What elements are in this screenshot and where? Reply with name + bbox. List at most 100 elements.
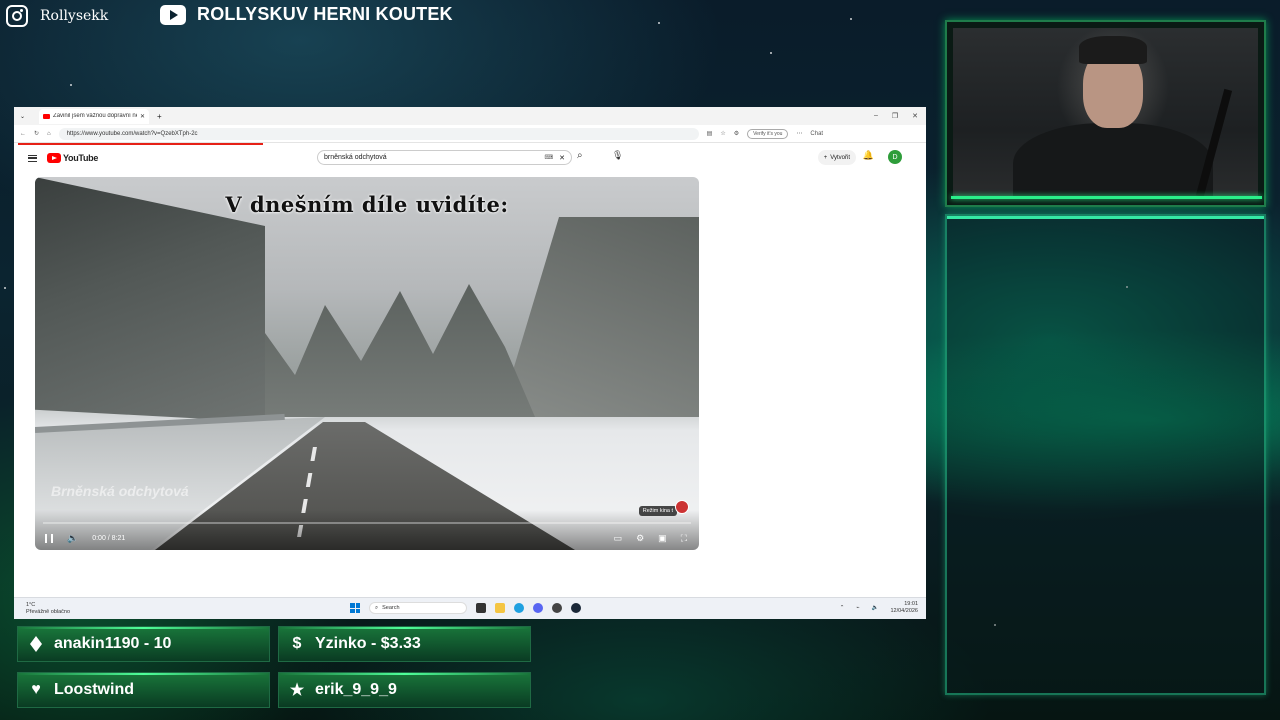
file-explorer-icon[interactable] <box>495 603 505 613</box>
player-controls-right: ▭ ⚙ ▣ ⛶ <box>614 533 687 544</box>
chat-panel <box>945 214 1266 695</box>
url-field[interactable]: https://www.youtube.com/watch?v=QzebXTph… <box>58 127 699 140</box>
windows-start-icon[interactable] <box>350 603 360 613</box>
star-icon: ★ <box>289 682 305 699</box>
time-display: 0:00 / 8:21 <box>92 535 126 542</box>
video-overlay-title: V dnešním díle uvidíte: <box>225 192 509 217</box>
steam-icon[interactable] <box>571 603 581 613</box>
search-input[interactable]: brněnská odchytová ⌨ ✕ <box>317 150 572 165</box>
menu-icon[interactable] <box>28 154 37 162</box>
tooltip-text: Režim kina <box>642 508 670 514</box>
favorite-icon[interactable]: ☆ <box>720 130 725 137</box>
maximize-icon[interactable]: ❐ <box>892 112 898 120</box>
taskbar-search[interactable]: ⌕ Search <box>369 602 467 614</box>
diamond-icon <box>28 636 44 652</box>
system-tray: ⌃ ⌁ 🔈 19:01 12/04/2026 <box>840 601 918 615</box>
chevron-down-icon[interactable]: ⌄ <box>20 113 25 120</box>
clock-time: 19:01 <box>904 601 918 607</box>
instagram-icon <box>6 5 28 27</box>
search-icon[interactable]: ⌕ <box>577 150 583 161</box>
tooltip: Režim kina t <box>638 506 677 516</box>
more-icon[interactable]: ⋯ <box>796 130 802 137</box>
channel-banner: ROLLYSKUV HERNI KOUTEK <box>160 4 453 25</box>
back-icon[interactable]: ← <box>20 131 26 137</box>
webcam-accent-bar <box>951 196 1262 199</box>
window-controls: – ❐ ✕ <box>874 112 926 120</box>
edge-icon[interactable] <box>514 603 524 613</box>
youtube-header: YouTube brněnská odchytová ⌨ ✕ ⌕ 🎙 + Vyt… <box>14 145 926 171</box>
close-window-icon[interactable]: ✕ <box>912 112 918 120</box>
video-frame-trees <box>235 284 535 417</box>
search-value: brněnská odchytová <box>324 154 387 161</box>
volume-icon[interactable]: 🔈 <box>67 533 78 544</box>
bell-icon[interactable]: 🔔 <box>863 150 874 161</box>
tab-title: Zavinil jsem vážnou dopravní neh <box>53 113 137 119</box>
reload-icon[interactable]: ↻ <box>34 130 39 137</box>
reader-icon[interactable]: ▤ <box>707 130 713 137</box>
weather-temp: 1°C <box>26 602 36 608</box>
avatar[interactable]: D <box>888 150 902 164</box>
speaker-icon[interactable]: 🔈 <box>872 605 879 611</box>
browser-tab[interactable]: Zavinil jsem vážnou dopravní neh ✕ <box>39 108 150 124</box>
clear-search-icon[interactable]: ✕ <box>559 154 565 162</box>
address-bar: ← ↻ ⌂ https://www.youtube.com/watch?v=Qz… <box>14 125 926 143</box>
search-icon: ⌕ <box>375 604 379 611</box>
url-text: https://www.youtube.com/watch?v=QzebXTph… <box>66 130 198 137</box>
chevron-up-icon[interactable]: ⌃ <box>840 605 845 611</box>
discord-icon[interactable] <box>533 603 543 613</box>
latest-sub-box: ★ erik_9_9_9 <box>278 672 531 708</box>
verify-button[interactable]: Verify it's you <box>747 128 789 139</box>
create-button[interactable]: + Vytvořit <box>817 150 856 165</box>
settings-icon[interactable]: ⚙ <box>636 533 644 544</box>
player-shade <box>35 510 699 550</box>
weather-widget[interactable]: 1°C Převážně oblačno <box>26 602 70 615</box>
fullscreen-icon[interactable]: ⛶ <box>681 533 687 544</box>
network-icon[interactable]: ⌁ <box>856 605 859 611</box>
top-bits-box: anakin1190 - 10 <box>17 626 270 662</box>
pause-icon[interactable] <box>45 534 53 543</box>
tab-bar: ⌄ Zavinil jsem vážnou dopravní neh ✕ + –… <box>14 107 926 125</box>
channel-title: ROLLYSKUV HERNI KOUTEK <box>197 4 453 24</box>
new-tab-icon[interactable]: + <box>157 112 162 121</box>
tooltip-key: t <box>671 508 673 514</box>
latest-sub-text: erik_9_9_9 <box>315 681 397 698</box>
microphone-icon[interactable]: 🎙 <box>612 150 623 161</box>
youtube-icon <box>160 4 186 25</box>
streamer-hoodie <box>1013 123 1213 199</box>
youtube-logo[interactable]: YouTube <box>47 153 98 163</box>
extensions-icon[interactable]: ⚙ <box>734 130 739 137</box>
plus-icon: + <box>823 154 828 161</box>
obs-icon[interactable] <box>552 603 562 613</box>
player-controls-left: 🔈 0:00 / 8:21 <box>45 533 125 544</box>
progress-bar[interactable] <box>43 522 691 524</box>
video-watermark: Brněnská odchytová <box>51 483 189 499</box>
youtube-logo-icon <box>47 153 61 163</box>
minimize-icon[interactable]: – <box>874 112 878 120</box>
instagram-name: Rollysekk <box>40 8 109 24</box>
top-tip-box: $ Yzinko - $3.33 <box>278 626 531 662</box>
weather-desc: Převážně oblačno <box>26 608 71 615</box>
chat-button[interactable]: Chat <box>810 131 823 137</box>
create-label: Vytvořit <box>830 154 850 161</box>
taskbar-search-text: Search <box>382 605 400 611</box>
heart-icon: ♥ <box>31 681 41 698</box>
dollar-icon: $ <box>292 635 302 652</box>
webcam-frame <box>945 20 1266 207</box>
channel-badge-icon <box>675 500 689 514</box>
video-player[interactable]: V dnešním díle uvidíte: Brněnská odchyto… <box>35 177 699 550</box>
webcam-feed <box>953 28 1258 199</box>
latest-follower-text: Loostwind <box>54 681 134 698</box>
top-tip-text: Yzinko - $3.33 <box>315 635 421 652</box>
latest-follower-box: ♥ Loostwind <box>17 672 270 708</box>
home-icon[interactable]: ⌂ <box>47 131 51 137</box>
top-bits-text: anakin1190 - 10 <box>54 635 172 652</box>
video-frame-forest <box>499 217 699 417</box>
subtitles-icon[interactable]: ▭ <box>614 533 623 544</box>
youtube-logo-text: YouTube <box>63 153 99 163</box>
close-tab-icon[interactable]: ✕ <box>140 113 145 120</box>
task-view-icon[interactable] <box>476 603 486 613</box>
theater-mode-icon[interactable]: ▣ <box>658 533 667 544</box>
keyboard-icon[interactable]: ⌨ <box>544 154 553 161</box>
clock[interactable]: 19:01 12/04/2026 <box>890 601 918 615</box>
windows-taskbar: 1°C Převážně oblačno ⌕ Search ⌃ ⌁ 🔈 19:0… <box>14 597 926 619</box>
